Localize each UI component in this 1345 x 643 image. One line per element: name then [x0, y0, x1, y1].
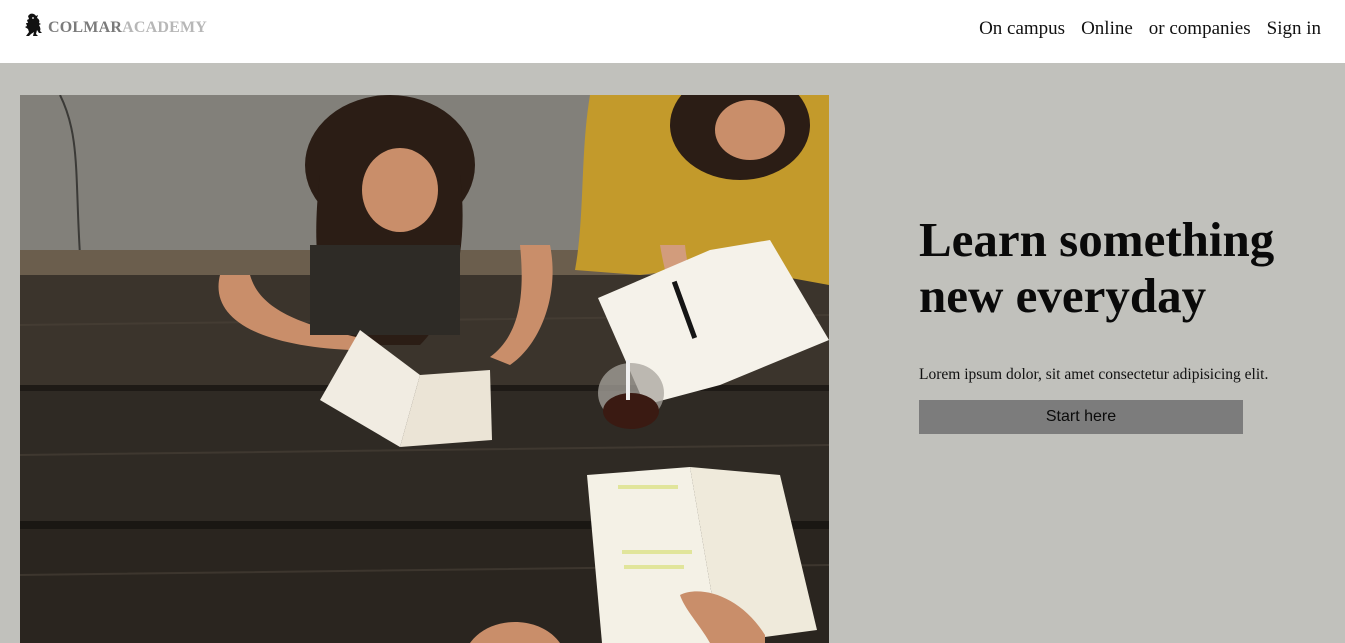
lion-rampant-icon: [25, 13, 42, 36]
hero-image: [20, 95, 829, 643]
nav-link-sign-in[interactable]: Sign in: [1267, 18, 1321, 40]
hero-title: Learn something new everyday: [919, 212, 1275, 323]
hero-content: Learn something new everyday Lorem ipsum…: [919, 212, 1319, 434]
brand-name-colmar: COLMAR: [48, 18, 123, 36]
brand-name-academy: ACADEMY: [122, 18, 208, 36]
nav-link-online[interactable]: Online: [1081, 18, 1133, 40]
main-nav: On campus Online or companies Sign in: [979, 18, 1321, 40]
site-header: COLMARACADEMY On campus Online or compan…: [0, 0, 1345, 63]
students-studying-photo: [20, 95, 829, 643]
hero-subtitle: Lorem ipsum dolor, sit amet consectetur …: [919, 366, 1269, 383]
nav-link-companies[interactable]: or companies: [1149, 18, 1251, 40]
brand-name: COLMARACADEMY: [48, 19, 207, 37]
nav-link-on-campus[interactable]: On campus: [979, 18, 1065, 40]
start-here-button[interactable]: Start here: [919, 400, 1243, 434]
brand-logo-link[interactable]: COLMARACADEMY: [24, 13, 207, 37]
